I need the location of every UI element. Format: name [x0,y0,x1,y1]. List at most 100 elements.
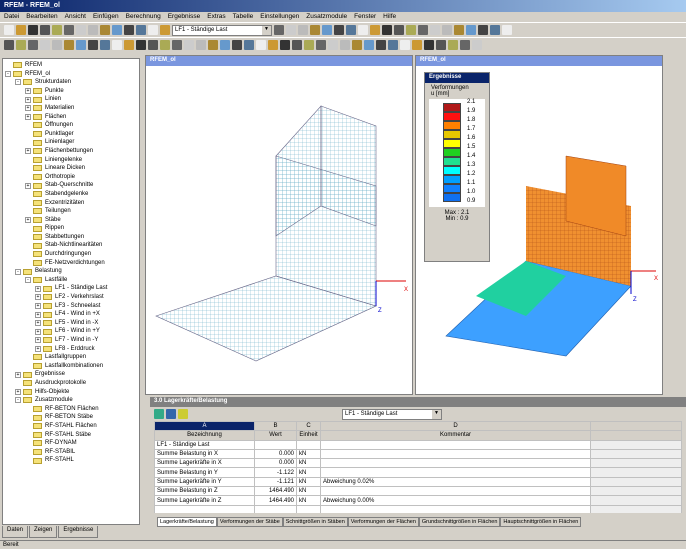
tree-item[interactable]: Liniengelenke [5,156,137,165]
expand-icon[interactable]: + [15,388,21,395]
tree-item[interactable]: Exzentrizitäten [5,199,137,208]
toolbar-button-icon[interactable] [100,25,110,35]
menu-item[interactable]: Bearbeiten [26,13,57,21]
table-cell[interactable]: 0.000 [254,448,297,460]
toolbar-button-icon[interactable] [412,40,422,50]
toolbar-button-icon[interactable] [322,25,332,35]
tree-item[interactable]: + Stab-Querschnitte [5,181,137,190]
table-cell[interactable]: 1464.490 [254,495,297,506]
column-header[interactable]: Bezeichnung [154,430,255,441]
menu-item[interactable]: Tabelle [233,13,254,21]
tree-item[interactable]: + Hilfs-Objekte [5,388,137,397]
menu-item[interactable]: Einfügen [93,13,119,21]
expand-icon[interactable]: + [35,320,41,327]
table-cell[interactable]: 0.000 [254,458,297,469]
table-cell[interactable] [320,458,591,469]
export-icon[interactable] [154,409,164,419]
column-header[interactable]: Wert [254,430,297,441]
table-tab[interactable]: Hauptschnittgrößen in Flächen [500,517,582,527]
toolbar-button-icon[interactable] [304,40,314,50]
tree-item[interactable]: Linienlager [5,138,137,147]
table-cell[interactable] [320,486,591,497]
expand-icon[interactable]: + [25,182,31,189]
column-letter[interactable]: C [296,421,321,432]
expand-icon[interactable]: + [35,328,41,335]
toolbar-button-icon[interactable] [112,25,122,35]
toolbar-button-icon[interactable] [124,40,134,50]
toolbar-button-icon[interactable] [28,25,38,35]
table-cell[interactable]: -1.121 [254,476,297,488]
toolbar-button-icon[interactable] [40,25,50,35]
table-cell[interactable] [254,504,297,513]
toolbar-button-icon[interactable] [364,40,374,50]
expand-icon[interactable]: + [25,113,31,120]
table-cell[interactable]: kN [296,458,321,469]
table-row[interactable]: Summe Lagerkräfte in Y -1.121 kN Abweichung… [154,476,682,488]
tree-item[interactable]: RF-STABIL [5,448,137,457]
tree-item[interactable]: Stabbettungen [5,233,137,242]
tree-item[interactable]: + LF5 - Wind in -X [5,319,137,328]
expand-icon[interactable]: + [35,294,41,301]
table-cell[interactable] [154,504,255,513]
toolbar-button-icon[interactable] [16,40,26,50]
tree-item[interactable]: Teilungen [5,207,137,216]
table-loadcase-select[interactable]: LF1 - Ständige Last [342,408,442,420]
toolbar-button-icon[interactable] [136,25,146,35]
table-cell[interactable]: Summe Belastung in Y [154,467,255,478]
table-cell[interactable] [320,439,591,450]
menu-item[interactable]: Berechnung [126,13,161,21]
toolbar-button-icon[interactable] [4,25,14,35]
toolbar-button-icon[interactable] [256,40,266,50]
toolbar-button-icon[interactable] [478,25,488,35]
collapse-icon[interactable]: - [15,268,21,275]
toolbar-button-icon[interactable] [76,25,86,35]
toolbar-button-icon[interactable] [394,25,404,35]
tree-item[interactable]: RF-STAHL Flächen [5,422,137,431]
toolbar-button-icon[interactable] [40,40,50,50]
tree-item[interactable]: + LF6 - Wind in +Y [5,327,137,336]
collapse-icon[interactable]: - [5,70,11,77]
table-cell[interactable]: Summe Belastung in X [154,448,255,460]
toolbar-button-icon[interactable] [148,25,158,35]
toolbar-button-icon[interactable] [232,40,242,50]
tree-item[interactable]: - Zusatzmodule [5,396,137,405]
menu-item[interactable]: Extras [207,13,225,21]
tree-item[interactable]: + LF7 - Wind in -Y [5,336,137,345]
expand-icon[interactable]: + [15,371,21,378]
table-cell[interactable]: kN [296,495,321,506]
table-cell[interactable]: kN [296,486,321,497]
table-tab[interactable]: Lagerkräfte/Belastung [157,517,217,527]
toolbar-button-icon[interactable] [160,40,170,50]
menu-item[interactable]: Ergebnisse [168,13,201,21]
table-cell[interactable]: Summe Belastung in Z [154,486,255,497]
table-cell[interactable]: Summe Lagerkräfte in Z [154,495,255,506]
toolbar-button-icon[interactable] [100,40,110,50]
tree-item[interactable]: Durchdringungen [5,250,137,259]
table-cell[interactable]: kN [296,448,321,460]
loadcase-select[interactable]: LF1 - Ständige Last [172,24,272,36]
tree-item[interactable]: RF-DYNAM [5,439,137,448]
collapse-icon[interactable]: - [15,79,21,86]
table-cell[interactable] [320,467,591,478]
tree-item[interactable]: Stabendgelenke [5,190,137,199]
toolbar-button-icon[interactable] [298,25,308,35]
tree-item[interactable]: - Strukturdaten [5,78,137,87]
toolbar-button-icon[interactable] [502,25,512,35]
model-view-window[interactable]: RFEM_ol X Z [145,55,413,395]
expand-icon[interactable]: + [35,285,41,292]
expand-icon[interactable]: + [25,148,31,155]
tree-item[interactable]: Orthotropie [5,173,137,182]
toolbar-button-icon[interactable] [172,40,182,50]
tree-item[interactable]: Punktlager [5,130,137,139]
tree-item[interactable]: Lastfallgruppen [5,353,137,362]
expand-icon[interactable]: + [35,311,41,318]
expand-icon[interactable]: + [25,216,31,223]
tree-item[interactable]: + Stäbe [5,216,137,225]
tree-item[interactable]: + LF1 - Ständige Last [5,284,137,293]
toolbar-button-icon[interactable] [208,40,218,50]
toolbar-button-icon[interactable] [268,40,278,50]
toolbar-button-icon[interactable] [370,25,380,35]
toolbar-button-icon[interactable] [136,40,146,50]
toolbar-button-icon[interactable] [16,25,26,35]
tree-item[interactable]: RF-STAHL [5,456,137,465]
